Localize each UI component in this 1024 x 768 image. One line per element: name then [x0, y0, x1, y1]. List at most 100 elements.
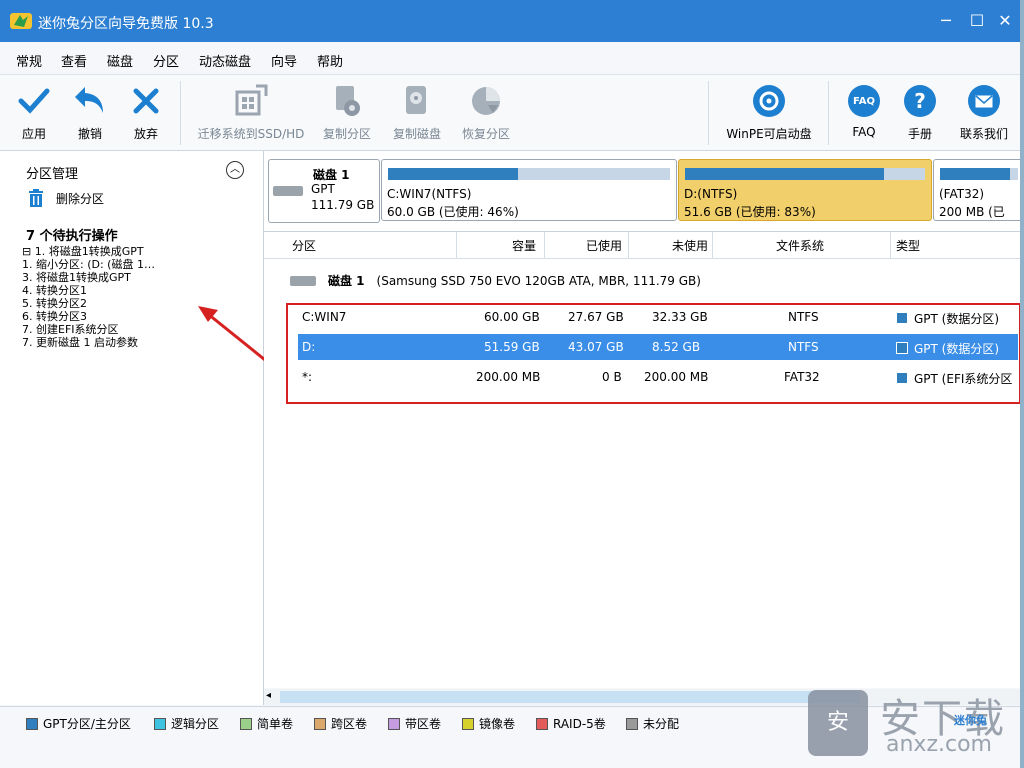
faq-icon: FAQ: [848, 85, 880, 117]
menu-general[interactable]: 常规: [16, 51, 42, 70]
col-filesystem[interactable]: 文件系统: [776, 237, 824, 254]
hard-disk-icon: [290, 275, 316, 286]
tree-item[interactable]: 4. 转换分区1: [22, 284, 155, 297]
partition-table: 分区 容量 已使用 未使用 文件系统 类型 磁盘 1 (Samsung SSD …: [264, 232, 1020, 688]
undo-icon: [75, 87, 103, 113]
delete-partition-item[interactable]: 删除分区: [28, 189, 104, 207]
col-unused[interactable]: 未使用: [672, 237, 708, 254]
migrate-os-icon: [235, 84, 268, 116]
tree-item[interactable]: ⊟ 1. 将磁盘1转换成GPT: [22, 245, 155, 258]
menu-dynamic-disk[interactable]: 动态磁盘: [199, 51, 251, 70]
tree-item[interactable]: 6. 转换分区3: [22, 310, 155, 323]
window-title: 迷你兔分区向导免费版 10.3: [38, 16, 214, 32]
disk-name: 磁盘 1: [313, 168, 350, 182]
column-divider: [544, 232, 545, 258]
legend-swatch: [154, 717, 166, 730]
undo-button[interactable]: 撤销: [68, 83, 112, 145]
legend-label: 简单卷: [257, 717, 294, 731]
copy-partition-button[interactable]: 复制分区: [318, 83, 376, 145]
bootable-disc-icon: [753, 85, 785, 117]
menu-wizard[interactable]: 向导: [271, 51, 297, 70]
partition-block-efi[interactable]: (FAT32) 200 MB (已: [933, 159, 1020, 221]
usage-bar: [685, 168, 925, 180]
recover-partition-button[interactable]: 恢复分区: [458, 83, 514, 145]
copy-partition-label: 复制分区: [322, 127, 371, 141]
column-divider: [712, 232, 713, 258]
column-divider: [890, 232, 891, 258]
apply-label: 应用: [21, 127, 46, 141]
maximize-icon[interactable]: ☐: [965, 10, 989, 32]
col-partition[interactable]: 分区: [292, 237, 316, 254]
col-used[interactable]: 已使用: [586, 237, 622, 254]
col-capacity[interactable]: 容量: [512, 237, 536, 254]
disk-card[interactable]: 磁盘 1 GPT 111.79 GB: [268, 159, 380, 223]
scroll-left-icon[interactable]: ◂: [266, 690, 271, 701]
envelope-icon: [968, 85, 1000, 117]
legend-item: 带区卷: [388, 715, 441, 732]
legend-item: RAID-5卷: [536, 715, 606, 732]
partition-block-detail: 200 MB (已: [939, 205, 1005, 219]
legend-item: 跨区卷: [314, 715, 367, 732]
menu-partition[interactable]: 分区: [153, 51, 179, 70]
disk-type: GPT: [311, 182, 335, 196]
chevron-up-icon[interactable]: ︿: [226, 161, 244, 179]
usage-bar: [940, 168, 1018, 180]
menu-view[interactable]: 查看: [61, 51, 87, 70]
copy-disk-button[interactable]: 复制磁盘: [388, 83, 446, 145]
disk-description: (Samsung SSD 750 EVO 120GB ATA, MBR, 111…: [376, 273, 701, 288]
legend-item: 逻辑分区: [154, 715, 219, 732]
partition-block-c[interactable]: C:WIN7(NTFS) 60.0 GB (已使用: 46%): [381, 159, 677, 221]
manual-button[interactable]: ? 手册: [898, 83, 942, 145]
scrollbar-thumb[interactable]: [280, 691, 860, 703]
discard-label: 放弃: [133, 127, 158, 141]
tree-item[interactable]: 3. 将磁盘1转换成GPT: [22, 271, 155, 284]
toolbar-separator: [180, 81, 181, 145]
migrate-os-label: 迁移系统到SSD/HD: [197, 127, 305, 141]
legend-label: 带区卷: [405, 717, 442, 731]
legend-label: 逻辑分区: [171, 717, 220, 731]
disk-group-row[interactable]: 磁盘 1 (Samsung SSD 750 EVO 120GB ATA, MBR…: [290, 272, 701, 289]
legend-item: GPT分区/主分区: [26, 715, 131, 732]
close-icon[interactable]: ✕: [993, 10, 1017, 32]
minimize-icon[interactable]: ─: [934, 10, 958, 32]
manual-label: 手册: [907, 127, 932, 141]
winpe-bootable-button[interactable]: WinPE可启动盘: [722, 83, 816, 145]
toolbar-separator: [828, 81, 829, 145]
menu-disk[interactable]: 磁盘: [107, 51, 133, 70]
column-divider: [628, 232, 629, 258]
col-type[interactable]: 类型: [896, 237, 920, 254]
partition-block-d[interactable]: D:(NTFS) 51.6 GB (已使用: 83%): [678, 159, 932, 221]
table-header: 分区 容量 已使用 未使用 文件系统 类型: [264, 232, 1020, 259]
legend-swatch: [536, 717, 548, 730]
left-panel: 分区管理 ︿ 删除分区 7 个待执行操作 ⊟ 1. 将磁盘1转换成GPT 1. …: [0, 151, 264, 705]
legend-label: 镜像卷: [479, 717, 516, 731]
legend-swatch: [26, 717, 38, 730]
legend-label: 未分配: [643, 717, 680, 731]
legend-label: RAID-5卷: [553, 717, 606, 731]
tree-item[interactable]: 1. 缩小分区: (D: (磁盘 1…: [22, 258, 155, 271]
desktop-edge: [1020, 0, 1024, 768]
legend-swatch: [388, 717, 400, 730]
undo-label: 撤销: [77, 127, 102, 141]
menu-bar: 常规 查看 磁盘 分区 动态磁盘 向导 帮助: [0, 42, 1020, 75]
menu-help[interactable]: 帮助: [317, 51, 343, 70]
discard-button[interactable]: 放弃: [124, 83, 168, 145]
contact-us-button[interactable]: 联系我们: [954, 83, 1014, 145]
toolbar: 应用 撤销 放弃 迁移系统到SSD/HD 复制分区 复制磁盘 恢复分区 WinP…: [0, 75, 1020, 151]
winpe-label: WinPE可启动盘: [726, 127, 812, 141]
tree-item[interactable]: 7. 更新磁盘 1 启动参数: [22, 336, 155, 349]
usage-fill: [388, 168, 518, 180]
apply-button[interactable]: 应用: [12, 83, 56, 145]
recover-partition-label: 恢复分区: [461, 127, 510, 141]
faq-button[interactable]: FAQ FAQ: [842, 83, 886, 145]
disk-label: 磁盘 1: [328, 274, 365, 288]
recover-partition-icon: [472, 87, 500, 115]
copy-partition-icon: [336, 86, 360, 116]
tree-item[interactable]: 5. 转换分区2: [22, 297, 155, 310]
tree-item[interactable]: 7. 创建EFI系统分区: [22, 323, 155, 336]
annotation-highlight-box: [286, 303, 1021, 404]
checkmark-icon: [18, 88, 50, 114]
hard-disk-icon: [273, 186, 303, 196]
migrate-os-button[interactable]: 迁移系统到SSD/HD: [196, 83, 306, 145]
legend-label: GPT分区/主分区: [43, 717, 131, 731]
